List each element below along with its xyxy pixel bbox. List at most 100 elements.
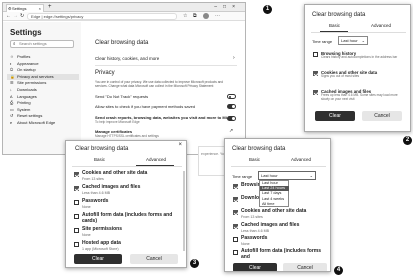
close-icon[interactable]: × bbox=[39, 5, 41, 12]
checkbox[interactable] bbox=[233, 184, 238, 189]
clear-heading: Clear browsing data bbox=[95, 40, 149, 46]
chevron-right-icon[interactable]: › bbox=[233, 55, 235, 61]
profile-icon: ☺ bbox=[10, 55, 14, 59]
sidebar-item[interactable]: ◐ Appearance bbox=[7, 61, 79, 67]
language-icon: A bbox=[10, 94, 13, 99]
checkbox-subtext: None bbox=[241, 241, 250, 246]
chevron-down-icon: ⌄ bbox=[309, 173, 313, 178]
minimize-icon[interactable]: – bbox=[214, 4, 223, 10]
checkbox-subtext: Frees up less than 4.6 MB. Some sites ma… bbox=[321, 93, 398, 102]
payment-toggle[interactable] bbox=[227, 104, 236, 109]
callout-2: 2 bbox=[403, 136, 412, 145]
scrollbar[interactable] bbox=[183, 171, 185, 251]
collections-icon[interactable]: ⧉ bbox=[193, 12, 197, 21]
new-tab-button[interactable]: + bbox=[48, 3, 52, 11]
toolbar: ← → ↻ Edge | edge://settings/privacy ☆ ⧉… bbox=[3, 12, 245, 21]
tab-basic[interactable]: Basic bbox=[329, 23, 340, 28]
close-icon[interactable]: × bbox=[178, 142, 182, 148]
checkbox-row[interactable]: Passwords None bbox=[74, 198, 180, 213]
privacy-text: You are in control of your privacy. We u… bbox=[95, 80, 224, 88]
search-input[interactable]: ⌕ Search settings bbox=[10, 40, 74, 48]
tab-settings[interactable]: ⚙ Settings × bbox=[6, 4, 44, 12]
tabs-divider bbox=[311, 32, 406, 33]
tab-title: Settings bbox=[12, 6, 27, 11]
time-range-option[interactable]: All time bbox=[260, 202, 289, 207]
clear-link[interactable]: Clear history, cookies, and more bbox=[95, 56, 159, 61]
crash-toggle[interactable] bbox=[227, 116, 236, 121]
checkbox-row[interactable]: Cookies and other site data From 13 sites bbox=[233, 209, 325, 222]
checkbox[interactable] bbox=[313, 52, 318, 57]
time-range-select[interactable]: Last hour ⌄ bbox=[258, 171, 316, 180]
sidebar-item[interactable]: ⎙ Printing bbox=[7, 100, 79, 106]
checkbox-subtext: None bbox=[82, 219, 91, 223]
checkbox[interactable] bbox=[74, 214, 79, 219]
checkbox[interactable] bbox=[233, 197, 238, 203]
reset-icon: ↺ bbox=[10, 114, 14, 119]
cancel-button[interactable]: Cancel bbox=[283, 263, 327, 271]
checkbox[interactable] bbox=[233, 210, 238, 216]
sidebar-item[interactable]: ☰ Site permissions bbox=[7, 80, 79, 86]
checkbox[interactable] bbox=[233, 236, 238, 242]
checkbox-row[interactable]: Site permissions None bbox=[74, 226, 180, 241]
dialog-title: Clear browsing data bbox=[312, 12, 366, 18]
tab-basic[interactable]: Basic bbox=[249, 157, 260, 162]
menu-icon[interactable]: ⋯ bbox=[215, 12, 220, 21]
sidebar-item[interactable]: ▭ System bbox=[7, 107, 79, 113]
checkbox-subtext: None bbox=[82, 233, 91, 237]
checkbox-row[interactable]: Cached images and files Less than 4.6 MB bbox=[233, 222, 325, 236]
back-icon[interactable]: ← bbox=[6, 12, 11, 21]
external-link-icon[interactable]: ↗ bbox=[229, 128, 233, 134]
tab-basic[interactable]: Basic bbox=[94, 157, 105, 162]
checkbox-row[interactable]: Autofill form data (includes forms and c… bbox=[74, 212, 180, 227]
dnt-toggle[interactable] bbox=[227, 94, 236, 99]
appearance-icon: ◐ bbox=[10, 61, 13, 66]
sidebar-item-label: Site permissions bbox=[17, 80, 47, 86]
sidebar-item[interactable]: 🔒 Privacy and services bbox=[7, 73, 79, 80]
time-range-label: Time range bbox=[312, 39, 333, 44]
sidebar-item[interactable]: ☺ Profiles bbox=[7, 54, 79, 60]
clear-button[interactable]: Clear bbox=[315, 111, 355, 121]
tab-advanced[interactable]: Advanced bbox=[146, 157, 166, 162]
maximize-icon[interactable]: □ bbox=[223, 4, 232, 10]
checkbox[interactable] bbox=[74, 242, 79, 247]
checkbox-row[interactable]: Cached images and files Less than 4.6 MB bbox=[74, 184, 180, 199]
sidebar-item[interactable]: A Languages bbox=[7, 94, 79, 100]
checkbox-row[interactable]: Hosted app data 1 app (Microsoft Store) bbox=[74, 240, 180, 255]
tab-advanced[interactable]: Advanced bbox=[291, 157, 311, 162]
checkbox[interactable] bbox=[74, 228, 79, 233]
clear-button[interactable]: Clear bbox=[74, 254, 122, 264]
time-range-dropdown[interactable]: Last hour Last 24 hours Last 7 days Last 4 … bbox=[259, 180, 289, 207]
refresh-icon[interactable]: ↻ bbox=[20, 12, 24, 21]
checkbox[interactable] bbox=[74, 186, 79, 191]
time-range-select[interactable]: Last hour ⌄ bbox=[338, 36, 368, 45]
favorites-icon[interactable]: ☆ bbox=[183, 12, 187, 21]
forward-icon[interactable]: → bbox=[13, 12, 18, 21]
checkbox[interactable] bbox=[233, 223, 238, 229]
tab-advanced[interactable]: Advanced bbox=[371, 23, 391, 28]
checkbox[interactable] bbox=[74, 172, 79, 177]
sidebar-item[interactable]: ↓ Downloads bbox=[7, 87, 79, 93]
checkbox-row[interactable]: Browsing history Clears history and autoc… bbox=[313, 51, 405, 70]
checkbox-row[interactable]: Passwords None bbox=[233, 235, 325, 249]
checkbox-row[interactable]: Cookies and other site data From 13 sites bbox=[74, 170, 180, 185]
checkbox-row[interactable]: Cookies and other site data Signs you out… bbox=[313, 70, 405, 89]
close-window-icon[interactable]: × bbox=[232, 4, 241, 10]
cancel-button[interactable]: Cancel bbox=[362, 111, 402, 121]
checkbox[interactable] bbox=[233, 250, 238, 255]
checkbox-row[interactable]: Autofill form data (includes forms and bbox=[233, 248, 325, 262]
sidebar-item[interactable]: ↺ Reset settings bbox=[7, 113, 79, 119]
address-bar[interactable]: Edge | edge://settings/privacy bbox=[27, 13, 177, 20]
checkbox[interactable] bbox=[313, 90, 318, 95]
profile-icon[interactable] bbox=[203, 13, 209, 19]
checkbox[interactable] bbox=[313, 71, 318, 76]
checkbox-row[interactable]: Cached images and files Frees up less tha… bbox=[313, 89, 405, 108]
callout-3: 3 bbox=[190, 259, 199, 268]
row-cert-sub: Manage HTTPS/SSL certificates and settin… bbox=[95, 134, 159, 138]
sidebar-item[interactable]: e About Microsoft Edge bbox=[7, 120, 79, 126]
power-icon: ⏻ bbox=[10, 68, 14, 73]
sidebar-item-label: Reset settings bbox=[17, 113, 43, 119]
sidebar-item[interactable]: ⏻ On startup bbox=[7, 67, 79, 73]
clear-button[interactable]: Clear bbox=[233, 263, 277, 271]
checkbox[interactable] bbox=[74, 200, 79, 205]
cancel-button[interactable]: Cancel bbox=[130, 254, 178, 264]
